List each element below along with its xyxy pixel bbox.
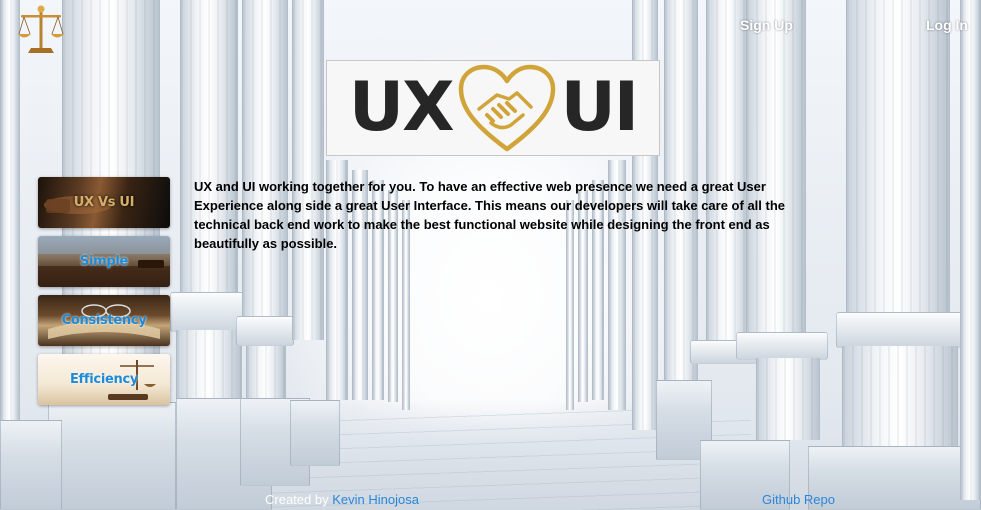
author-link[interactable]: Kevin Hinojosa bbox=[332, 492, 419, 507]
column bbox=[180, 0, 238, 300]
card-label: Consistency bbox=[61, 313, 147, 328]
footer-credit: Created by Kevin Hinojosa bbox=[265, 492, 419, 507]
column bbox=[746, 0, 806, 335]
column bbox=[846, 0, 950, 318]
log-in-link[interactable]: Log In bbox=[926, 17, 968, 33]
logo-ui-text: UI bbox=[560, 68, 640, 147]
column-base bbox=[48, 402, 176, 510]
column bbox=[0, 0, 20, 420]
column bbox=[292, 0, 324, 340]
column bbox=[706, 0, 750, 345]
column-ring bbox=[836, 312, 966, 348]
card-label: Simple bbox=[79, 254, 129, 269]
nav-card-efficiency[interactable]: Efficiency bbox=[38, 354, 170, 405]
column-ring bbox=[736, 332, 828, 360]
column-base bbox=[290, 400, 340, 466]
column bbox=[242, 0, 288, 318]
logo-ux-text: UX bbox=[348, 68, 455, 147]
column bbox=[842, 346, 958, 446]
card-label: Efficiency bbox=[69, 372, 139, 387]
nav-card-ux-vs-ui[interactable]: UX Vs UI bbox=[38, 177, 170, 228]
column bbox=[246, 346, 286, 400]
column bbox=[960, 0, 981, 500]
nav-card-consistency[interactable]: Consistency bbox=[38, 295, 170, 346]
column-ring bbox=[236, 316, 294, 346]
column bbox=[756, 358, 820, 440]
intro-paragraph: UX and UI working together for you. To h… bbox=[194, 179, 786, 251]
github-repo-link[interactable]: Github Repo bbox=[762, 492, 835, 507]
handshake-heart-icon bbox=[458, 64, 555, 152]
card-label: UX Vs UI bbox=[73, 195, 135, 210]
column-base bbox=[0, 420, 62, 510]
nav-card-simple[interactable]: Simple bbox=[38, 236, 170, 287]
sign-up-link[interactable]: Sign Up bbox=[740, 17, 793, 33]
ux-ui-logo: UX UI bbox=[326, 60, 660, 156]
credit-prefix: Created by bbox=[265, 492, 329, 507]
column bbox=[176, 330, 242, 400]
scales-of-justice-icon[interactable] bbox=[16, 4, 66, 56]
